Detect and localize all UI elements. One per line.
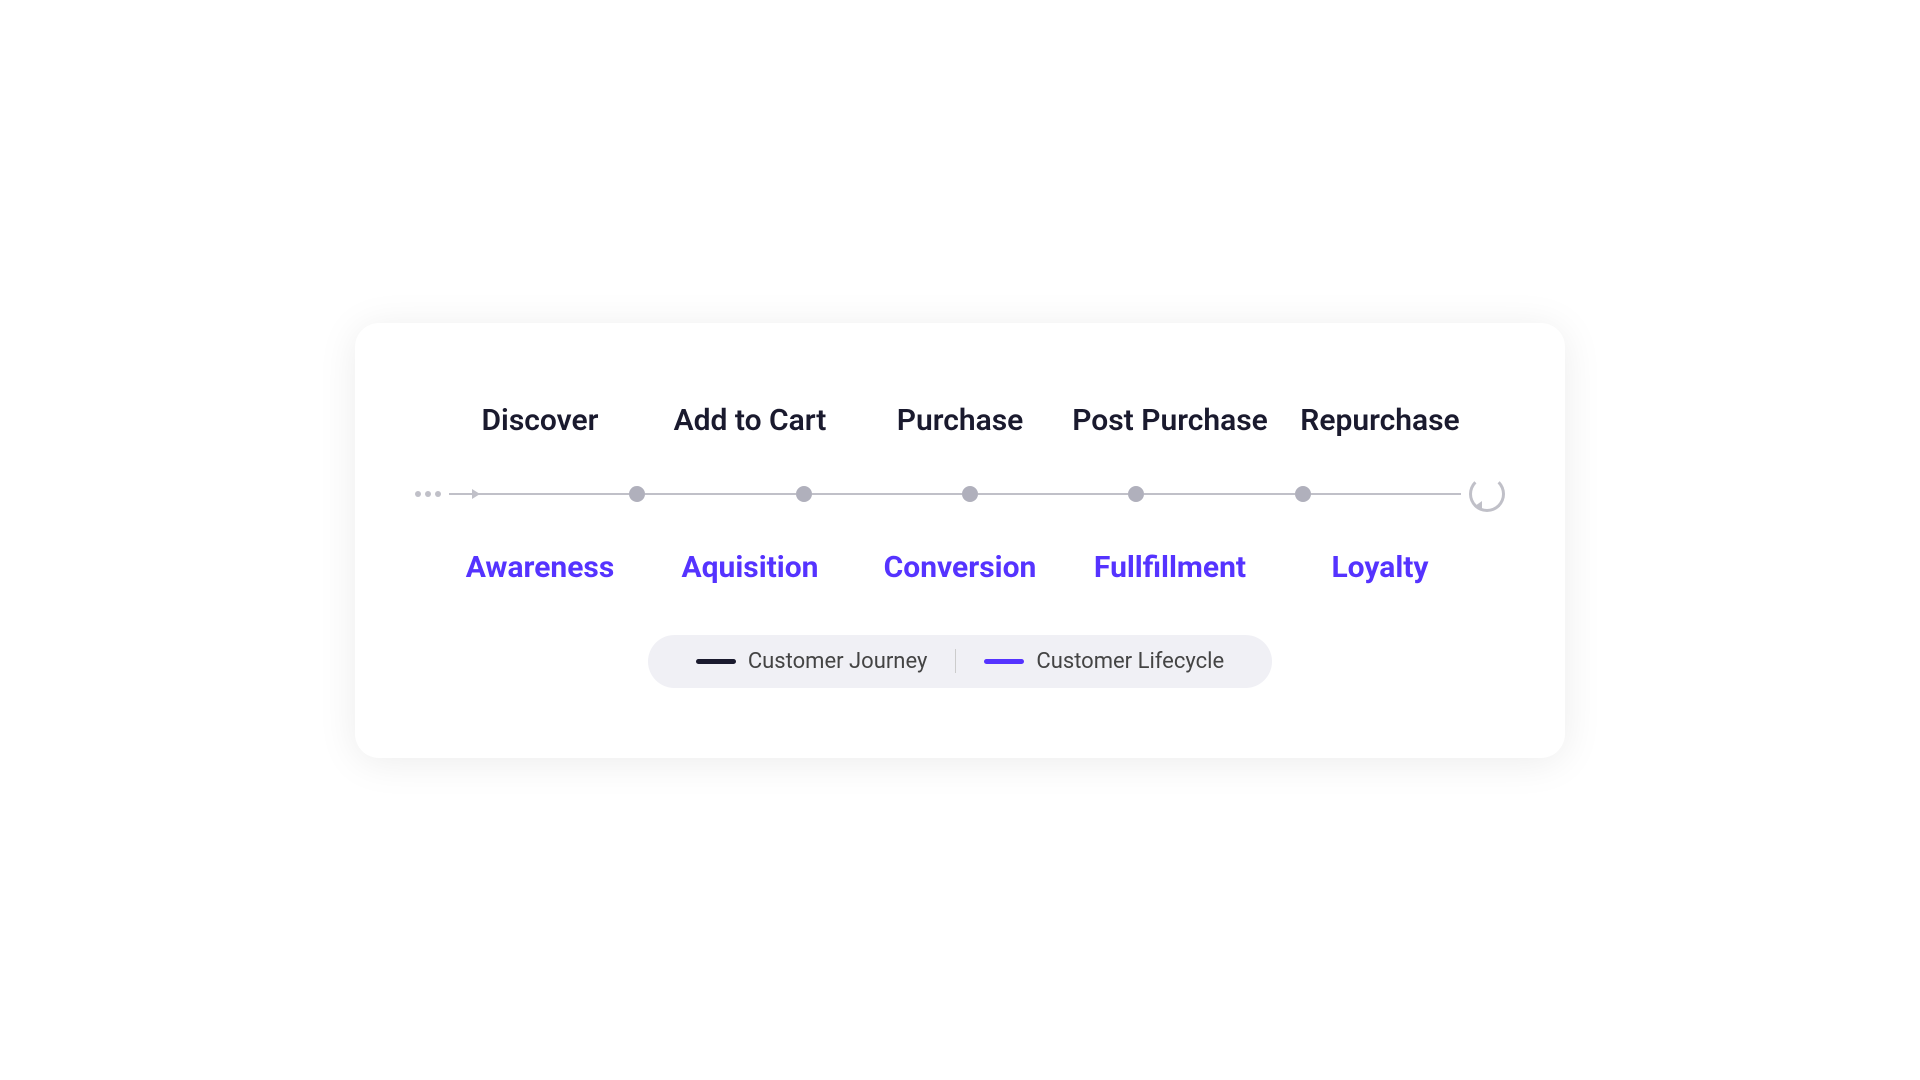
legend-label-customer-journey: Customer Journey (748, 649, 928, 674)
legend-item-customer-lifecycle: Customer Lifecycle (964, 649, 1244, 674)
stage-post-purchase: Post Purchase (1065, 403, 1275, 458)
stage-top-label-repurchase: Repurchase (1300, 403, 1459, 438)
timeline-segment-2 (645, 493, 795, 495)
stage-bottom-label-awareness: Awareness (466, 550, 615, 585)
timeline-segment-1 (479, 493, 629, 495)
timeline-node-post-purchase (1128, 486, 1144, 502)
timeline-segment-6 (1311, 493, 1461, 495)
stage-top-label-add-to-cart: Add to Cart (674, 403, 827, 438)
timeline-arrow (449, 493, 479, 495)
dot-1 (415, 491, 421, 497)
legend-item-customer-journey: Customer Journey (676, 649, 948, 674)
stage-purchase: Purchase (855, 403, 1065, 458)
legend-line-purple-icon (984, 659, 1024, 664)
journey-section: Discover Add to Cart Purchase Post Purch… (415, 403, 1505, 585)
stage-bottom-label-acquisition: Aquisition (681, 550, 818, 585)
timeline-node-purchase (962, 486, 978, 502)
timeline-node-discover (629, 486, 645, 502)
stage-top-label-discover: Discover (482, 403, 599, 438)
timeline-row (415, 476, 1505, 512)
stage-bottom-label-loyalty: Loyalty (1331, 550, 1428, 585)
stage-conversion: Conversion (855, 530, 1065, 585)
undo-arrow-icon (1469, 476, 1505, 512)
stage-bottom-label-fulfillment: Fullfillment (1094, 550, 1246, 585)
stage-awareness: Awareness (435, 530, 645, 585)
stage-top-label-purchase: Purchase (897, 403, 1024, 438)
stage-acquisition: Aquisition (645, 530, 855, 585)
stage-top-label-post-purchase: Post Purchase (1072, 403, 1268, 438)
stage-add-to-cart: Add to Cart (645, 403, 855, 458)
timeline-segment-3 (812, 493, 962, 495)
main-card: Discover Add to Cart Purchase Post Purch… (355, 323, 1565, 758)
stage-fulfillment: Fullfillment (1065, 530, 1275, 585)
timeline-end (1461, 476, 1505, 512)
dot-3 (435, 491, 441, 497)
timeline-segment-4 (978, 493, 1128, 495)
timeline-node-add-to-cart (796, 486, 812, 502)
legend-divider (955, 649, 956, 673)
timeline-segment-5 (1144, 493, 1294, 495)
timeline-node-repurchase (1295, 486, 1311, 502)
stage-repurchase: Repurchase (1275, 403, 1485, 458)
legend-row: Customer Journey Customer Lifecycle (648, 635, 1272, 688)
stage-bottom-label-conversion: Conversion (884, 550, 1037, 585)
stage-loyalty: Loyalty (1275, 530, 1485, 585)
legend-label-customer-lifecycle: Customer Lifecycle (1036, 649, 1224, 674)
legend-line-dark-icon (696, 659, 736, 664)
timeline-dotted-start (415, 491, 449, 497)
dot-2 (425, 491, 431, 497)
stage-discover: Discover (435, 403, 645, 458)
